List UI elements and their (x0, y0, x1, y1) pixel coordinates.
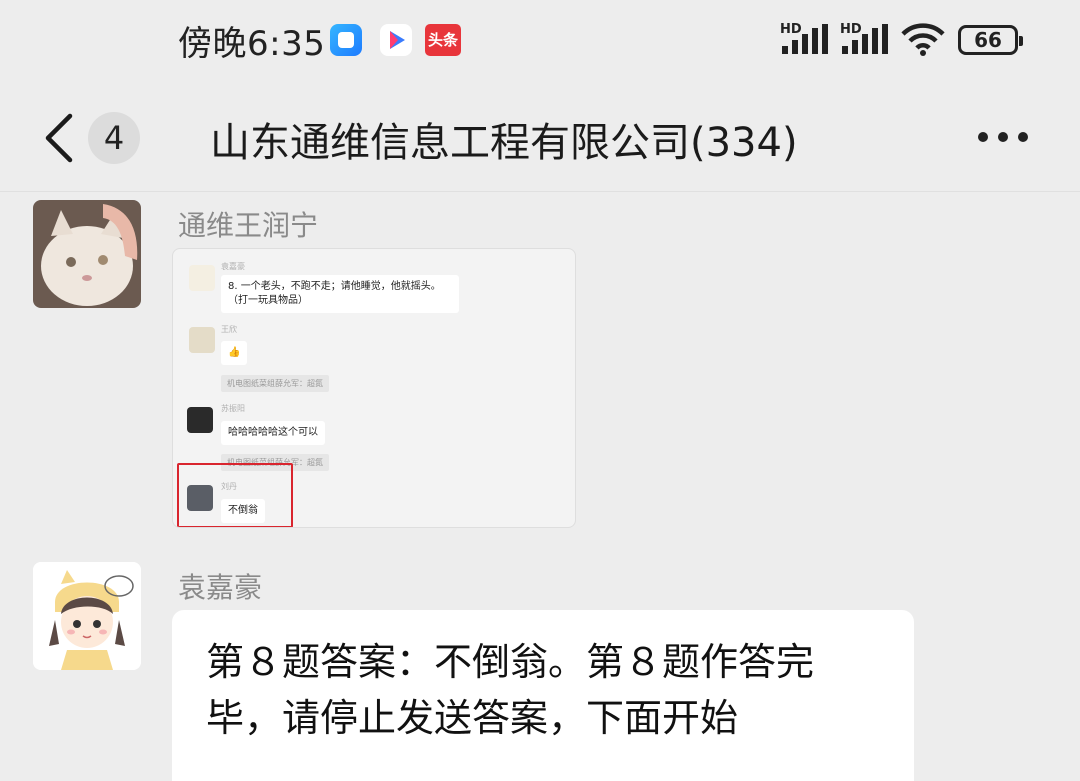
message-text: 8. 一个老头，不跑不走；请他睡觉，他就摇头。（打一玩具物品） (221, 275, 459, 313)
sender-name: 王欣 (221, 325, 237, 334)
message-text: 👍 (221, 341, 248, 365)
signal-icon: HD (780, 22, 828, 60)
avatar[interactable] (33, 200, 141, 308)
back-button[interactable] (40, 110, 80, 166)
signal-icon: HD (840, 22, 888, 60)
quote-reference: 机电图纸菜组薛允军：超氮 (221, 375, 329, 392)
video-app-icon (380, 24, 412, 56)
avatar (187, 407, 213, 433)
avatar[interactable] (33, 562, 141, 670)
battery-indicator: 66 (958, 25, 1023, 55)
avatar (189, 265, 215, 291)
avatar (189, 327, 215, 353)
hd-label: HD (780, 22, 802, 37)
dot-icon (998, 132, 1008, 142)
chat-header: 4 山东通维信息工程有限公司(334) (0, 86, 1080, 192)
sender-name: 苏振阳 (221, 404, 245, 413)
dot-icon (978, 132, 988, 142)
dot-icon (1018, 132, 1028, 142)
wifi-icon (900, 22, 946, 60)
more-options-button[interactable] (978, 132, 1034, 146)
highlight-box (177, 463, 293, 527)
image-message[interactable]: 袁嘉豪 8. 一个老头，不跑不走；请他睡觉，他就摇头。（打一玩具物品） 王欣 👍… (172, 248, 576, 528)
message-text: 哈哈哈哈哈这个可以 (221, 421, 325, 445)
status-bar: 傍晚6:35 头条 HD HD 66 (0, 0, 1080, 86)
sender-name: 通维王润宁 (178, 209, 319, 242)
hd-label: HD (840, 22, 862, 37)
status-time: 傍晚6:35 (178, 24, 326, 64)
message-bubble[interactable]: 第８题答案：不倒翁。第８题作答完毕，请停止发送答案，下面开始 (172, 610, 914, 781)
toutiao-app-icon: 头条 (425, 24, 461, 56)
unread-count-badge[interactable]: 4 (88, 112, 140, 164)
app-notification-icon (330, 24, 362, 56)
chat-title: 山东通维信息工程有限公司(334) (210, 120, 798, 166)
sender-name: 袁嘉豪 (178, 571, 263, 604)
sender-name: 袁嘉豪 (221, 262, 245, 271)
